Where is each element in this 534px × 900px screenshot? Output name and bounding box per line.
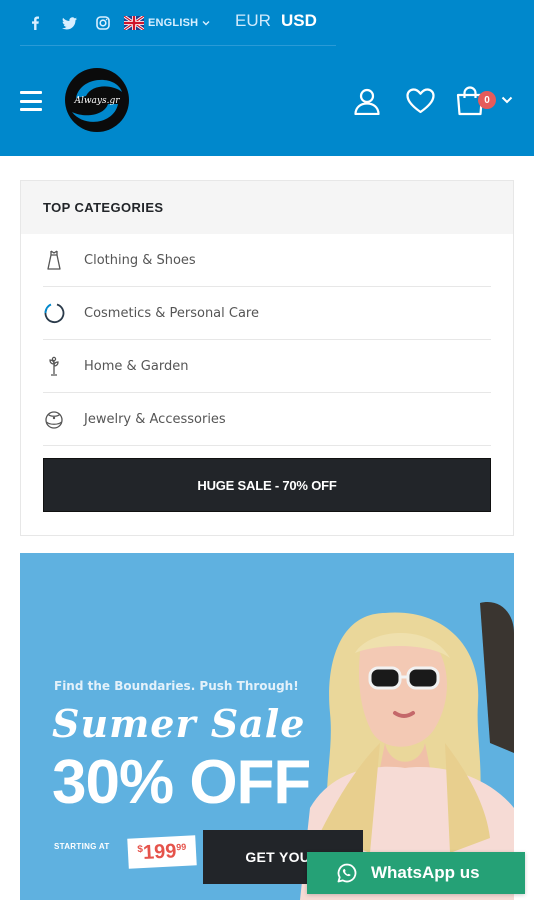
cosmetics-icon <box>43 302 65 324</box>
whatsapp-button[interactable]: WhatsApp us <box>307 852 525 894</box>
instagram-icon[interactable] <box>94 14 112 32</box>
jewelry-icon <box>43 408 65 430</box>
dress-icon <box>43 249 65 271</box>
banner-script-title: Sumer Sale <box>52 701 306 746</box>
category-jewelry-accessories[interactable]: Jewelry & Accessories <box>43 393 491 446</box>
language-label: ENGLISH <box>148 17 199 29</box>
category-label: Home & Garden <box>84 358 189 374</box>
summer-sale-banner[interactable]: Find the Boundaries. Push Through! Sumer… <box>20 553 514 900</box>
chevron-down-icon <box>202 21 210 26</box>
category-label: Cosmetics & Personal Care <box>84 305 259 321</box>
top-categories-panel: TOP CATEGORIES Clothing & Shoes Cosmetic… <box>20 180 514 536</box>
account-icon[interactable] <box>352 86 382 116</box>
category-cosmetics[interactable]: Cosmetics & Personal Care <box>43 287 491 340</box>
plant-icon <box>43 355 65 377</box>
facebook-icon[interactable] <box>26 14 44 32</box>
categories-title: TOP CATEGORIES <box>21 181 513 234</box>
category-label: Clothing & Shoes <box>84 252 196 268</box>
site-logo[interactable]: Always.gr <box>62 66 132 134</box>
whatsapp-icon <box>337 863 357 883</box>
banner-pretitle: Find the Boundaries. Push Through! <box>54 679 299 693</box>
banner-headline: 30% OFF <box>52 748 311 817</box>
huge-sale-button[interactable]: HUGE SALE - 70% OFF <box>43 458 491 512</box>
wishlist-heart-icon[interactable] <box>405 86 435 116</box>
starting-at-label: STARTING AT <box>54 842 110 851</box>
whatsapp-label: WhatsApp us <box>371 863 480 882</box>
top-bar: ENGLISH EUR USD <box>0 0 534 46</box>
category-label: Jewelry & Accessories <box>84 411 226 427</box>
currency-usd[interactable]: USD <box>281 11 317 31</box>
logo-text: Always.gr <box>73 96 120 106</box>
uk-flag-icon <box>124 16 144 30</box>
menu-toggle-button[interactable] <box>20 91 42 111</box>
twitter-icon[interactable] <box>60 14 78 32</box>
price-tag: $ 199 99 <box>127 835 197 869</box>
cart-count-badge: 0 <box>478 91 496 109</box>
main-header: Always.gr 0 <box>0 46 534 156</box>
category-home-garden[interactable]: Home & Garden <box>43 340 491 393</box>
cart-chevron-down-icon[interactable] <box>501 96 513 104</box>
language-selector[interactable]: ENGLISH <box>124 14 210 32</box>
currency-eur[interactable]: EUR <box>235 11 271 31</box>
price-amount: 199 <box>142 839 177 864</box>
category-clothing-shoes[interactable]: Clothing & Shoes <box>43 234 491 287</box>
price-cents: 99 <box>175 841 187 853</box>
